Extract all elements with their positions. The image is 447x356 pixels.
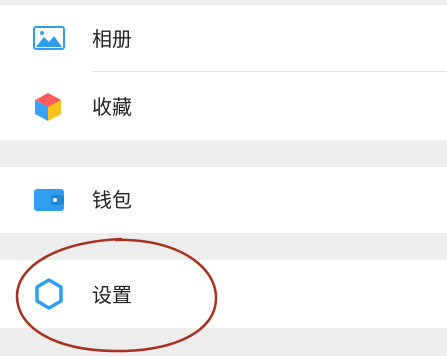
photo-album-icon bbox=[33, 26, 65, 54]
favorites-cube-icon bbox=[33, 91, 63, 127]
menu-group-media: 相册 收藏 bbox=[0, 5, 447, 140]
menu-item-settings[interactable]: 设置 bbox=[0, 260, 447, 328]
menu-item-settings-label: 设置 bbox=[92, 283, 132, 307]
menu-item-wallet[interactable]: 钱包 bbox=[0, 167, 447, 233]
section-gap bbox=[0, 140, 447, 167]
menu-item-wallet-label: 钱包 bbox=[92, 188, 132, 212]
menu-group-wallet: 钱包 bbox=[0, 167, 447, 233]
section-gap bbox=[0, 233, 447, 260]
wallet-icon bbox=[33, 188, 65, 216]
menu-group-settings: 设置 bbox=[0, 260, 447, 328]
menu-item-album[interactable]: 相册 bbox=[0, 5, 447, 71]
gear-icon bbox=[33, 278, 65, 314]
menu-item-favorites-label: 收藏 bbox=[92, 95, 132, 119]
section-gap-bottom bbox=[0, 328, 447, 356]
menu-item-album-label: 相册 bbox=[92, 27, 132, 51]
menu-item-favorites[interactable]: 收藏 bbox=[0, 72, 447, 140]
